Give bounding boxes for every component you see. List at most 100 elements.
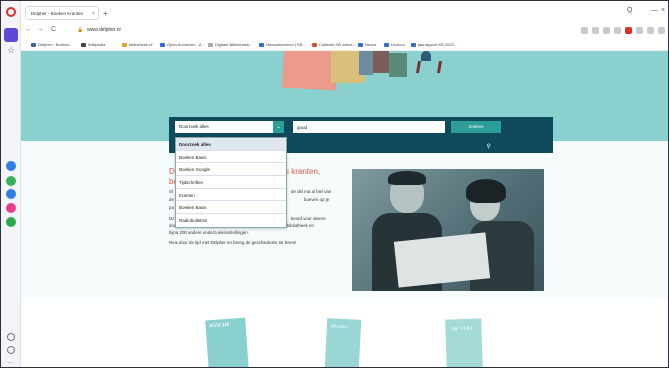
workspace-icon[interactable] <box>4 28 18 42</box>
new-tab-button[interactable]: + <box>103 9 108 18</box>
search-button-label: Zoeken <box>468 124 484 129</box>
opera-logo-icon[interactable] <box>6 7 16 17</box>
profile-icon[interactable] <box>658 27 665 34</box>
extension-icon[interactable] <box>636 27 643 34</box>
bookmark-favicon-icon <box>81 43 86 47</box>
couple-reading-newspaper-photo <box>352 169 544 291</box>
bookmark-label: Open Archieven - A... <box>167 42 205 47</box>
bookmark-item[interactable]: Open Archieven - A... <box>160 42 205 47</box>
dropdown-option[interactable]: Radiobulletins <box>176 214 286 227</box>
heart-icon[interactable] <box>7 333 15 341</box>
browser-tab[interactable]: Delpher - Boeken Kranten × <box>25 6 99 20</box>
scope-select[interactable]: Doorzoek alles <box>175 121 283 133</box>
bookmark-favicon-icon <box>122 43 127 47</box>
forward-icon[interactable]: → <box>37 26 44 33</box>
extension-icon[interactable] <box>581 27 588 34</box>
bookmark-item[interactable]: Nieuwsbronnen | KB... <box>259 42 306 47</box>
telegram-icon[interactable] <box>6 189 16 199</box>
bookmark-favicon-icon <box>384 43 389 47</box>
instagram-icon[interactable] <box>6 203 16 213</box>
chat-icon[interactable] <box>6 217 16 227</box>
search-icon: ⚲ <box>486 144 491 150</box>
intro-text: pa <box>169 205 174 210</box>
address-bar: ← → C 🔒 www.delpher.nl <box>21 23 668 39</box>
url-field[interactable]: www.delpher.nl <box>87 27 121 33</box>
bookmark-favicon-icon <box>160 43 165 47</box>
bookmark-item[interactable]: jaarrapport KB 2023... <box>411 42 457 47</box>
more-icon[interactable]: … <box>7 358 14 365</box>
cover-title: AGSCHE <box>208 322 230 330</box>
newspaper-collage-image <box>281 51 339 91</box>
bookmark-item[interactable]: Delpher › Boeken... <box>31 42 72 47</box>
dropdown-option[interactable]: Kranten <box>176 189 286 202</box>
search-input[interactable] <box>293 121 445 133</box>
bookmark-label: bibliotheek.nl <box>129 42 153 47</box>
bookmark-item[interactable]: Nexus <box>358 42 376 47</box>
search-button[interactable]: Zoeken ⚲ <box>451 121 501 150</box>
bookmark-item[interactable]: Lexicon <box>384 42 405 47</box>
book-cover-image[interactable]: Het VERZ <box>445 318 483 367</box>
dropdown-option[interactable]: Boeken Basis <box>176 201 286 215</box>
bookmark-favicon-icon <box>312 43 317 47</box>
delpher-page: Doorzoek alles ⌄ Zoeken⚲ Do bo s kranten… <box>21 51 668 367</box>
bookmark-label: Collectie KB online... <box>319 42 356 47</box>
collections-section: AGSCHE Moester Het VERZ <box>21 299 668 367</box>
history-icon[interactable] <box>7 346 15 354</box>
walking-figure-image <box>413 51 439 73</box>
intro-text: Dz <box>169 216 175 221</box>
lock-icon: 🔒 <box>77 27 84 33</box>
bookmark-item[interactable]: bibliotheek.nl <box>122 42 152 47</box>
cover-title: Het VERZ <box>451 326 473 333</box>
extension-icon[interactable] <box>647 27 654 34</box>
magazine-cover-image[interactable]: Moester <box>324 318 362 367</box>
bookmark-favicon-icon <box>358 43 363 47</box>
heart-extension-icon[interactable] <box>625 27 632 34</box>
bookmark-favicon-icon <box>259 43 264 47</box>
tab-bar: Delpher - Boeken Kranten × + Q — × <box>21 1 668 23</box>
bookmark-label: Nexus <box>365 42 377 47</box>
bookmark-favicon-icon <box>411 43 416 47</box>
close-tab-icon[interactable]: × <box>92 11 95 17</box>
intro-text: boeven op je <box>304 197 330 202</box>
minimize-icon[interactable]: — <box>651 7 658 14</box>
reload-icon[interactable]: C <box>51 26 56 33</box>
dropdown-option[interactable]: Tijdschriften <box>176 176 286 189</box>
browser-sidebar: ☆ … <box>1 1 21 367</box>
extension-icon[interactable] <box>603 27 610 34</box>
whatsapp-icon[interactable] <box>6 176 16 186</box>
back-icon[interactable]: ← <box>25 26 32 33</box>
tab-title: Delpher - Boeken Kranten <box>31 11 84 16</box>
extension-icon[interactable] <box>592 27 599 34</box>
close-window-icon[interactable]: × <box>661 7 665 14</box>
bookmark-item[interactable]: Collectie KB online... <box>312 42 356 47</box>
cover-title: Moester <box>330 324 348 331</box>
bookmark-favicon-icon <box>31 43 36 47</box>
bookmark-item[interactable]: Digitale Bibliotheek... <box>208 42 252 47</box>
book-spine-image <box>389 53 407 77</box>
intro-text: keord voor wivere <box>291 216 326 221</box>
bookmark-label: Delpher › Boeken... <box>38 42 73 47</box>
star-icon[interactable]: ☆ <box>7 45 15 56</box>
search-tabs-icon[interactable]: Q <box>627 7 632 14</box>
dropdown-option[interactable]: Doorzoek alles <box>176 138 286 151</box>
bookmark-favicon-icon <box>208 43 213 47</box>
bookmark-label: jaarrapport KB 2023... <box>418 42 458 47</box>
chevron-down-icon[interactable]: ⌄ <box>273 121 284 133</box>
scope-dropdown: Doorzoek alles Boeken Basis Boeken Google T… <box>175 137 287 228</box>
browser-window: ☆ … Delpher - Boeken Kranten × + Q — × ←… <box>0 0 669 368</box>
newspaper-cover-image[interactable]: AGSCHE <box>205 317 249 367</box>
book-spine-image <box>359 51 373 75</box>
dropdown-option[interactable]: Boeken Basis <box>176 151 286 164</box>
bookmark-item[interactable]: Wikipedia <box>81 42 105 47</box>
bookmark-label: Lexicon <box>391 42 405 47</box>
bookmark-label: Digitale Bibliotheek... <box>215 42 253 47</box>
intro-text: de del ma al hiel van <box>291 189 332 194</box>
book-spine-image <box>373 51 389 73</box>
intro-text: bijna 200 andere onderzoeksinstellingen. <box>169 230 249 235</box>
messenger-icon[interactable] <box>6 161 16 171</box>
extension-icon[interactable] <box>614 27 621 34</box>
intro-text: de <box>169 197 174 202</box>
bookmarks-bar: Delpher › Boeken... Wikipedia bibliotheek.… <box>21 39 668 51</box>
dropdown-option[interactable]: Boeken Google <box>176 163 286 177</box>
intro-text: Reis door de tijd met Delpher en breng d… <box>169 240 297 245</box>
